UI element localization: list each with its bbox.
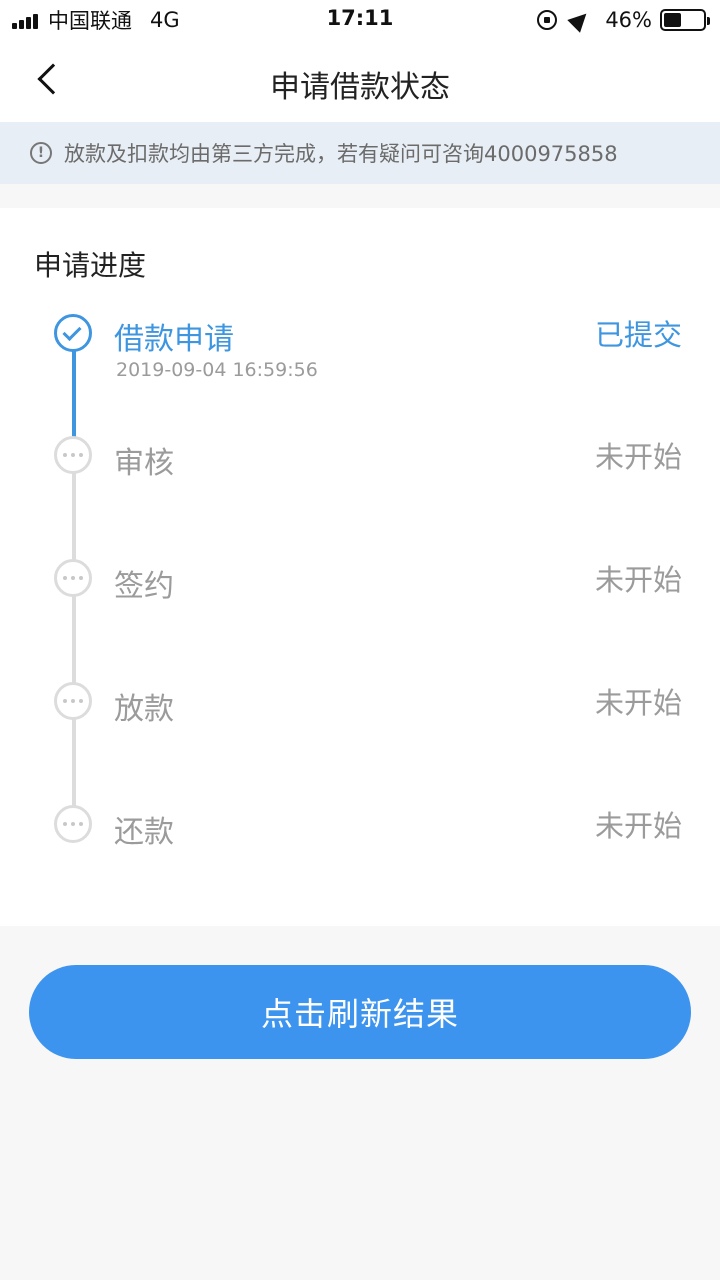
step-name: 借款申请 [114, 322, 234, 357]
info-icon: ! [30, 142, 52, 164]
battery-fill [664, 13, 682, 27]
more-dots-icon [63, 699, 83, 703]
step-marker-pending [54, 805, 92, 843]
step-status: 未开始 [594, 440, 682, 474]
step-review: 审核 未开始 [0, 434, 720, 504]
more-dots-icon [63, 576, 83, 580]
rotation-lock-icon [537, 10, 558, 30]
more-dots-icon [63, 453, 83, 457]
status-bar: 中国联通 4G 17:11 46% [0, 0, 720, 40]
step-status: 未开始 [594, 686, 682, 720]
battery-percent: 46% [605, 8, 652, 32]
step-repay: 还款 未开始 [0, 803, 720, 873]
nav-bar: 申请借款状态 [0, 40, 720, 122]
notice-banner: ! 放款及扣款均由第三方完成，若有疑问可咨询4000975858 [0, 122, 720, 184]
progress-title: 申请进度 [34, 249, 147, 282]
page-title: 申请借款状态 [270, 70, 450, 105]
step-name: 签约 [114, 569, 174, 604]
step-status: 已提交 [594, 318, 682, 352]
progress-card: 申请进度 借款申请 2019-09-04 16:59:56 已提交 审核 未开始… [0, 208, 720, 926]
step-marker-pending [54, 682, 92, 720]
step-name: 还款 [114, 815, 174, 850]
more-dots-icon [63, 822, 83, 826]
step-loan-application: 借款申请 2019-09-04 16:59:56 已提交 [0, 312, 720, 382]
step-marker-done [54, 314, 92, 352]
step-name: 审核 [114, 446, 174, 481]
step-status: 未开始 [594, 809, 682, 843]
battery-icon [660, 9, 710, 31]
check-icon [62, 321, 82, 342]
step-marker-pending [54, 559, 92, 597]
step-disburse: 放款 未开始 [0, 680, 720, 750]
step-marker-pending [54, 436, 92, 474]
location-arrow-icon [567, 7, 594, 33]
status-right: 46% [537, 7, 710, 33]
notice-text: 放款及扣款均由第三方完成，若有疑问可咨询4000975858 [64, 142, 618, 166]
step-time: 2019-09-04 16:59:56 [116, 359, 318, 381]
timeline-line-pending [72, 470, 76, 810]
step-status: 未开始 [594, 563, 682, 597]
refresh-result-button[interactable]: 点击刷新结果 [29, 965, 691, 1059]
step-name: 放款 [114, 692, 174, 727]
step-sign: 签约 未开始 [0, 557, 720, 627]
